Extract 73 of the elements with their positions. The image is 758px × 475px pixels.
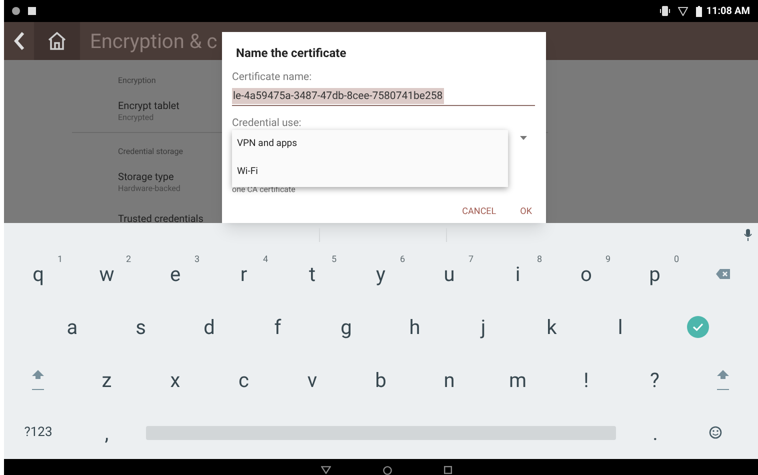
key[interactable]: ! [552, 353, 620, 406]
app-title: Encryption & c [90, 28, 218, 55]
key[interactable]: i 8 [484, 247, 552, 300]
setting-title[interactable]: Trusted credentials [118, 213, 204, 223]
home-icon [47, 32, 67, 50]
dropdown-caret-icon[interactable] [520, 136, 527, 140]
key[interactable]: s [106, 300, 175, 353]
key[interactable]: c [210, 353, 278, 406]
key-hint: 0 [674, 254, 679, 267]
key[interactable]: f [244, 300, 312, 353]
microphone-icon[interactable] [744, 229, 752, 241]
key[interactable]: x [141, 353, 210, 406]
key-hint: 5 [331, 254, 336, 267]
smiley-icon [709, 426, 722, 439]
key[interactable]: j [449, 300, 518, 353]
key-hint: 2 [126, 254, 131, 267]
symbols-key[interactable]: ?123 [4, 406, 72, 459]
key[interactable]: n [415, 353, 484, 406]
key-hint: 6 [400, 254, 405, 267]
key-hint: 4 [262, 254, 268, 267]
home-button[interactable] [34, 22, 80, 60]
key[interactable]: q 1 [4, 247, 72, 300]
shift-icon [717, 370, 730, 390]
back-triangle-icon[interactable] [320, 466, 330, 474]
key[interactable]: , [72, 406, 141, 459]
key[interactable]: g [312, 300, 380, 353]
key[interactable]: o 9 [552, 247, 620, 300]
check-icon [687, 316, 710, 338]
back-icon [13, 31, 25, 51]
key[interactable]: m [484, 353, 552, 406]
key[interactable]: v [278, 353, 346, 406]
key[interactable]: . [621, 406, 690, 459]
key[interactable]: u 7 [415, 247, 484, 300]
key[interactable]: r 4 [210, 247, 278, 300]
key[interactable]: ? [620, 353, 689, 406]
dropdown-option[interactable]: Wi-Fi [232, 158, 508, 186]
section-header: Encryption [118, 75, 156, 87]
vibrate-icon [660, 6, 670, 16]
dialog-button[interactable]: CANCEL [462, 206, 496, 220]
key[interactable]: e 3 [141, 247, 210, 300]
key[interactable]: h [380, 300, 449, 353]
setting-title[interactable]: Storage type [118, 171, 174, 184]
setting-title[interactable]: Encrypt tablet [118, 100, 180, 113]
key-hint: 9 [605, 254, 610, 267]
dropdown-option[interactable]: VPN and apps [232, 130, 508, 158]
key[interactable]: t 5 [278, 247, 346, 300]
key-hint: 7 [468, 254, 474, 267]
field-label: Certificate name: [232, 69, 313, 85]
dialog-title: Name the certificate [236, 45, 348, 62]
key-hint: 3 [194, 254, 200, 267]
recents-square-icon[interactable] [444, 466, 452, 474]
key[interactable]: y 6 [346, 247, 415, 300]
field-label: Credential use: [232, 116, 302, 129]
key[interactable]: z [72, 353, 141, 406]
key-hint: 8 [536, 254, 542, 267]
key[interactable]: w 2 [72, 247, 141, 300]
backspace-icon [716, 268, 730, 278]
key[interactable]: p 0 [620, 247, 689, 300]
key[interactable]: d [175, 300, 244, 353]
notification-dot-icon [12, 7, 20, 15]
key[interactable]: l [586, 300, 654, 353]
section-header: Credential storage [118, 146, 183, 158]
status-time: 11:08 AM [706, 4, 750, 18]
key-hint: 1 [57, 254, 62, 267]
key[interactable]: a [38, 300, 106, 353]
shift-icon [32, 370, 44, 390]
wifi-icon [678, 6, 688, 16]
battery-icon [696, 6, 702, 16]
key[interactable]: k [518, 300, 586, 353]
key[interactable]: b [346, 353, 415, 406]
home-circle-icon[interactable] [382, 466, 392, 474]
dialog-button[interactable]: OK [520, 206, 532, 220]
image-icon [28, 7, 36, 15]
